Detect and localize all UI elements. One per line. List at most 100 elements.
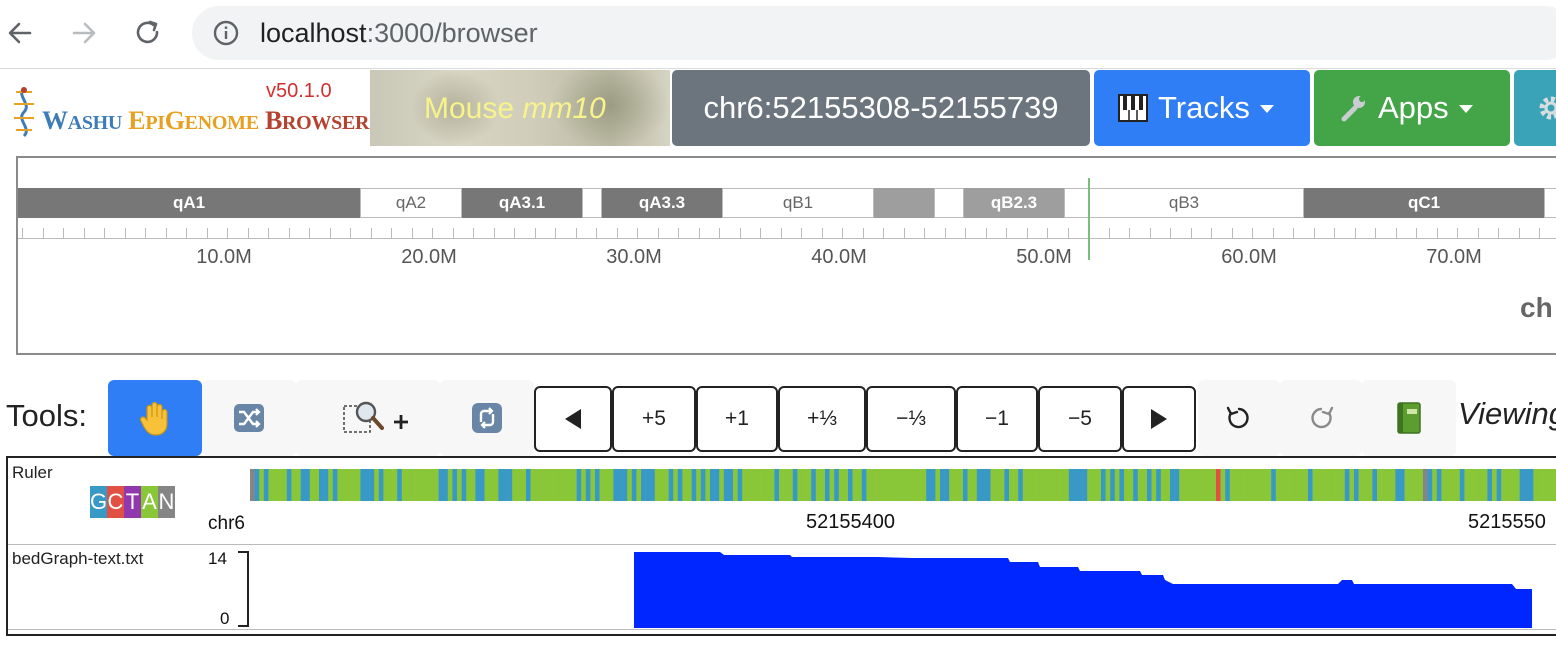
tick-label: 60.0M [1221,246,1277,268]
tracks-container[interactable]: Ruler G C T A N chr6 52155400 5215550 be… [6,456,1556,636]
ideogram-tick [268,228,269,238]
track-divider [8,629,1556,630]
redo-button[interactable] [1280,380,1362,456]
ideogram-tick [760,228,761,238]
ideogram-tick [330,228,331,238]
ideogram-tick [965,228,966,238]
chromosome-label: ch [1520,292,1553,323]
chromosome-ideogram[interactable]: qA1 qA2 qA3.1 qA3.3 qB1 qB2.3 qB3 qC1 10… [16,156,1556,355]
undo-button[interactable] [1198,380,1280,456]
arrow-right-icon [72,22,96,44]
cycle-icon [472,403,502,433]
ideogram-tick [576,228,577,238]
ideogram-tick [371,228,372,238]
ideogram-tick [186,228,187,238]
ideogram-tick [125,228,126,238]
zoom-out-5-button[interactable]: −5 [1038,386,1122,452]
viewing-label: Viewing [1458,396,1556,431]
pan-left-button[interactable] [534,386,612,452]
tick-label: 30.0M [606,246,662,268]
zoom-out-third-button[interactable]: −⅓ [866,386,956,452]
reload-button[interactable] [128,13,168,53]
browser-toolbar: localhost:3000/browser [0,0,1556,69]
tools-label: Tools: [6,398,87,433]
book-icon [1397,402,1421,434]
ideogram-tick [1047,228,1048,238]
ideogram-tick [494,228,495,238]
ideogram-tick [699,228,700,238]
ideogram-tick [1539,228,1540,238]
ideogram-tick [145,228,146,238]
band-gap [1544,188,1556,218]
bedgraph-area [634,552,1532,628]
ideogram-tick [555,228,556,238]
piano-icon [1118,94,1148,122]
ideogram-tick [1314,228,1315,238]
triangle-right-icon [1151,409,1167,429]
band-unlabeled [874,188,934,218]
genome-banner[interactable]: Mouse mm10 [370,70,670,146]
refresh-view-tool-button[interactable] [440,380,534,456]
band-gap [582,188,602,218]
ideogram-tick [1334,228,1335,238]
zoom-in-5-button[interactable]: +5 [612,386,696,452]
shuffle-icon [234,404,264,432]
ideogram-tick [104,228,105,238]
zoom-in-third-button[interactable]: +⅓ [778,386,866,452]
tick-label: 10.0M [196,246,252,268]
ideogram-tick [740,228,741,238]
ideogram-tick [1375,228,1376,238]
ideogram-tick [924,228,925,238]
ideogram-tick [350,228,351,238]
ideogram-tick [166,228,167,238]
tick-label: 40.0M [811,246,867,268]
address-bar[interactable]: localhost:3000/browser [192,6,1556,60]
reorder-tool-button[interactable] [202,380,296,456]
ideogram-tick [22,228,23,238]
ideogram-tick [1416,228,1417,238]
ideogram-tick [842,228,843,238]
zoom-in-1-button[interactable]: +1 [696,386,778,452]
zoom-out-1-button[interactable]: −1 [956,386,1038,452]
session-book-button[interactable] [1362,380,1456,456]
forward-button[interactable] [64,13,104,53]
ideogram-tick [227,228,228,238]
ideogram-tick [248,228,249,238]
settings-button[interactable] [1514,70,1556,146]
ideogram-tick [1396,228,1397,238]
band-qB2-3: qB2.3 [964,188,1064,218]
tick-label: 20.0M [401,246,457,268]
tick-label: 50.0M [1016,246,1072,268]
ideogram-tick [1170,228,1171,238]
current-region-marker [1088,178,1090,260]
band-qA1: qA1 [18,188,360,218]
apps-label: Apps [1378,90,1449,125]
tracks-menu-button[interactable]: Tracks [1094,70,1310,146]
ideogram-tick [453,228,454,238]
ideogram-tick [801,228,802,238]
ideogram-tick [391,228,392,238]
drag-tool-button[interactable] [108,380,202,456]
zoom-region-tool-button[interactable] [296,380,440,456]
region-locus-button[interactable]: chr6:52155308-52155739 [672,70,1090,146]
band-qC1: qC1 [1304,188,1544,218]
apps-menu-button[interactable]: Apps [1314,70,1510,146]
ideogram-tick [84,228,85,238]
ideogram-tick [1211,228,1212,238]
triangle-left-icon [565,409,581,429]
band-qA2: qA2 [360,188,462,218]
app-logo[interactable]: v50.1.0 WASHU EPIGENOME BROWSER [0,70,370,146]
back-button[interactable] [0,13,40,53]
ideogram-tick [1129,228,1130,238]
ideogram-tick [596,228,597,238]
ideogram-tick [1027,228,1028,238]
ideogram-tick [1355,228,1356,238]
band-qA3-1: qA3.1 [462,188,582,218]
info-icon[interactable] [212,19,240,52]
app-version: v50.1.0 [266,80,332,102]
ideogram-tick [1478,228,1479,238]
tick-label: 70.0M [1426,246,1482,268]
arrow-left-icon [8,22,32,44]
pan-right-button[interactable] [1122,386,1196,452]
redo-icon [1311,406,1334,429]
